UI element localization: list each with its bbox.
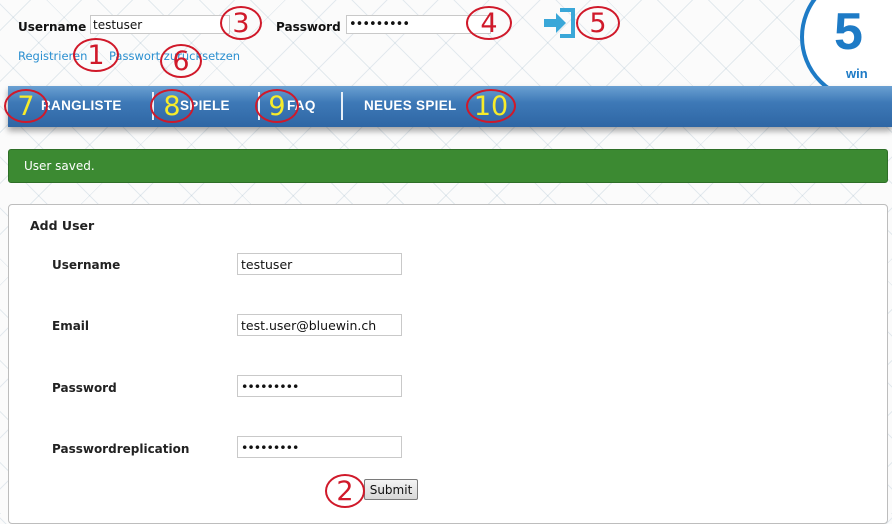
nav-item-neues-spiel[interactable]: NEUES SPIEL	[364, 98, 457, 113]
success-alert: User saved.	[8, 149, 888, 183]
annotation-marker-4: 4	[466, 6, 512, 40]
field-label-email: Email	[52, 319, 90, 333]
annotation-marker-10: 10	[466, 89, 516, 123]
nav-item-rangliste[interactable]: RANGLISTE	[41, 98, 122, 113]
annotation-marker-6: 6	[160, 44, 202, 78]
submit-button[interactable]: Submit	[364, 479, 418, 500]
annotation-marker-3: 3	[220, 6, 262, 40]
annotation-marker-7: 7	[4, 89, 48, 123]
password-input[interactable]: •••••••••	[237, 375, 402, 397]
annotation-marker-1: 1	[73, 38, 119, 72]
add-user-panel	[8, 204, 888, 524]
username-label: Username	[18, 20, 87, 34]
nav-divider	[341, 92, 343, 120]
logo-number: 5	[834, 3, 863, 61]
login-button[interactable]	[540, 7, 580, 39]
field-label-password-replication: Passwordreplication	[52, 442, 190, 456]
field-label-password: Password	[52, 381, 117, 395]
email-input[interactable]: test.user@bluewin.ch	[237, 314, 402, 336]
login-arrow-icon	[544, 8, 575, 38]
annotation-marker-9: 9	[255, 89, 299, 123]
field-label-username: Username	[52, 258, 121, 272]
logo-text: win	[846, 66, 868, 81]
header-username-input[interactable]: testuser	[90, 15, 230, 34]
annotation-marker-2: 2	[325, 474, 365, 508]
password-replication-input[interactable]: •••••••••	[237, 436, 402, 458]
main-nav: RANGLISTE SPIELE FAQ NEUES SPIEL	[8, 86, 892, 127]
username-input[interactable]: testuser	[237, 253, 402, 275]
annotation-marker-8: 8	[150, 89, 194, 123]
password-label: Password	[276, 20, 341, 34]
alert-message: User saved.	[24, 159, 95, 173]
annotation-marker-5: 5	[576, 6, 620, 40]
form-title: Add User	[30, 218, 95, 233]
